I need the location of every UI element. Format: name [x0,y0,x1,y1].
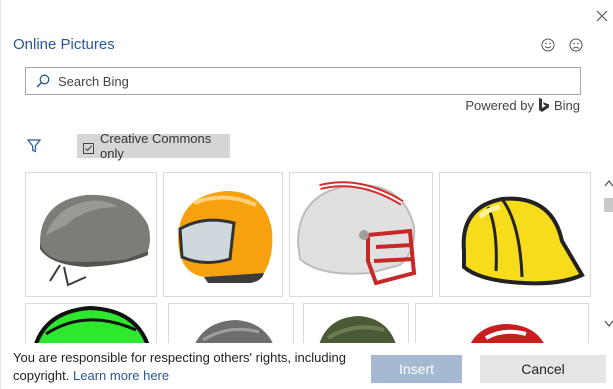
checkbox-checked-icon [83,141,94,154]
online-pictures-dialog: Online Pictures Powered by Bing Creative… [0,0,613,389]
cancel-button[interactable]: Cancel [480,355,606,383]
filter-icon[interactable] [26,139,42,153]
search-box[interactable] [25,67,581,95]
dialog-footer: You are responsible for respecting other… [1,343,613,389]
dialog-title: Online Pictures [13,36,115,53]
search-input[interactable] [58,72,558,90]
scroll-up-arrow-icon[interactable] [604,176,613,190]
powered-by-label: Powered by [465,98,534,113]
bing-logo-icon [538,98,550,113]
learn-more-link[interactable]: Learn more here [73,368,169,383]
insert-button[interactable]: Insert [371,355,462,383]
rights-notice: You are responsible for respecting other… [13,349,363,385]
results-grid [1,170,601,358]
smile-icon[interactable] [541,38,555,52]
scroll-down-arrow-icon[interactable] [604,317,613,331]
image-result-yellow-hard-hat[interactable] [439,172,591,297]
close-icon[interactable] [595,10,609,24]
scrollbar-thumb[interactable] [604,198,613,212]
search-icon [36,74,50,88]
creative-commons-label: Creative Commons only [100,131,212,161]
rights-notice-text: You are responsible for respecting other… [13,350,346,383]
image-result-football-helmet[interactable] [289,172,433,297]
powered-by: Powered by Bing [465,98,580,113]
bing-brand: Bing [553,98,580,113]
image-result-orange-motorcycle-helmet[interactable] [163,172,283,297]
frown-icon[interactable] [569,38,583,52]
creative-commons-checkbox[interactable]: Creative Commons only [77,131,230,161]
image-result-gray-military-helmet[interactable] [25,172,157,297]
